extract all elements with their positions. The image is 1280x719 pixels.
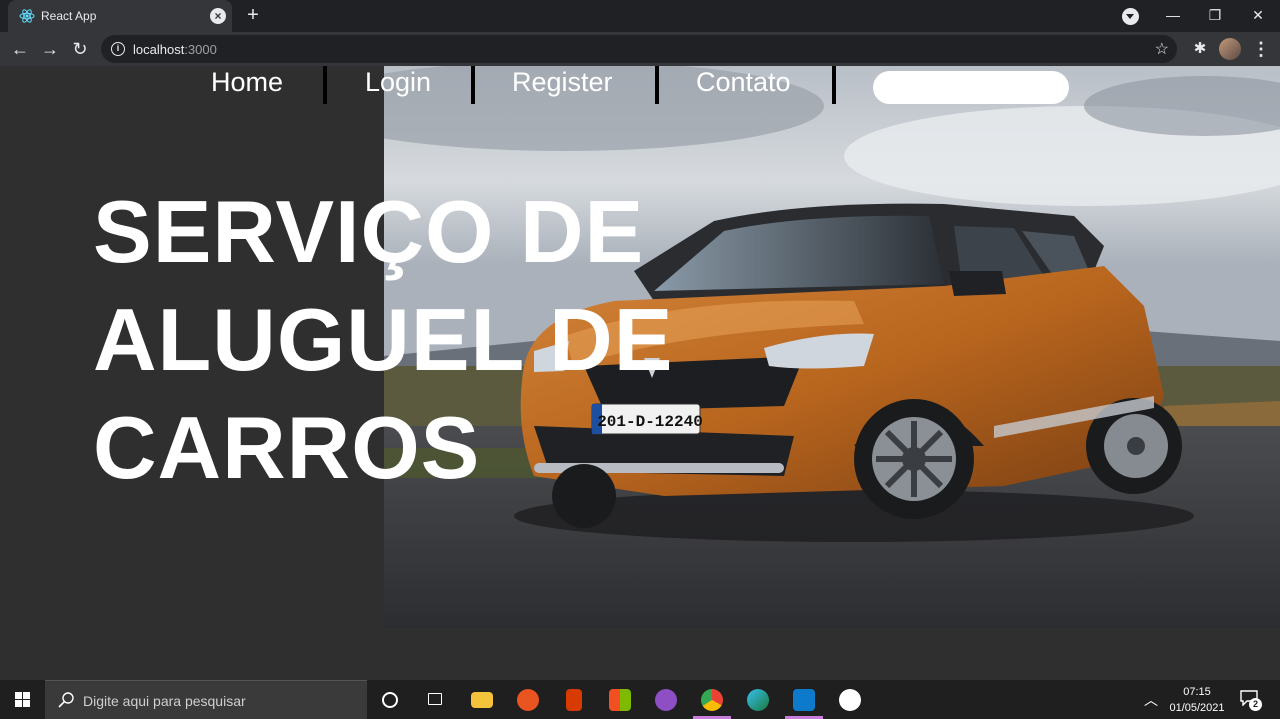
ubuntu-icon[interactable]	[505, 680, 551, 719]
microsoft-store-icon[interactable]	[597, 680, 643, 719]
browser-tab[interactable]: React App ×	[8, 0, 232, 32]
nav-divider	[655, 66, 659, 104]
clock-time: 07:15	[1183, 686, 1211, 698]
nav-divider	[323, 66, 327, 104]
browser-toolbar: ← → ↻ i localhost:3000 ☆ ✱ ⋮	[0, 32, 1280, 66]
profile-avatar[interactable]	[1219, 38, 1241, 60]
nav-divider	[832, 66, 836, 104]
back-arrow-icon[interactable]: ←	[9, 38, 31, 60]
close-window-icon[interactable]: ✕	[1237, 0, 1279, 32]
file-explorer-icon[interactable]	[459, 680, 505, 719]
bookmark-star-icon[interactable]: ☆	[1155, 39, 1169, 59]
edge-icon[interactable]	[735, 680, 781, 719]
hero-title-line: CARROS	[93, 398, 481, 497]
windows-taskbar: Digite aqui para pesquisar ︿ 07:15 01/05…	[0, 680, 1280, 719]
taskbar-search-box[interactable]: Digite aqui para pesquisar	[45, 680, 367, 719]
new-tab-icon[interactable]: +	[243, 5, 263, 25]
github-desktop-icon[interactable]	[643, 680, 689, 719]
nav-search-input[interactable]	[873, 71, 1069, 104]
tab-title: React App	[41, 9, 97, 23]
nav-divider	[471, 66, 475, 104]
kebab-menu-icon[interactable]: ⋮	[1252, 38, 1270, 60]
hero-title-line: ALUGUEL DE	[93, 290, 674, 389]
site-navbar: Home Login Register Contato	[0, 66, 1280, 106]
vscode-icon[interactable]	[781, 680, 827, 719]
react-logo-icon	[19, 9, 35, 23]
cortana-circle-icon[interactable]	[367, 680, 413, 719]
browser-tab-strip: React App × + — ❐ ✕	[0, 0, 1280, 32]
site-info-icon[interactable]: i	[111, 42, 125, 56]
minimize-icon[interactable]: —	[1152, 0, 1194, 32]
show-hidden-icons-chevron-icon[interactable]: ︿	[1144, 690, 1158, 710]
windows-logo-icon	[15, 692, 31, 708]
hero-title-line: SERVIÇO DE	[93, 182, 645, 281]
extensions-puzzle-icon[interactable]: ✱	[1190, 39, 1210, 59]
tab-search-icon[interactable]	[1122, 8, 1139, 25]
chrome-icon[interactable]	[689, 680, 735, 719]
task-view-icon[interactable]	[413, 680, 459, 719]
nav-link-register[interactable]: Register	[512, 67, 613, 98]
restore-icon[interactable]: ❐	[1194, 0, 1236, 32]
forward-arrow-icon[interactable]: →	[39, 38, 61, 60]
nav-link-contato[interactable]: Contato	[696, 67, 791, 98]
web-page: 201-D-12240 Home Login Register Contato …	[0, 66, 1280, 680]
notification-count-badge: 2	[1249, 698, 1262, 711]
hero-title: SERVIÇO DE ALUGUEL DE CARROS	[93, 178, 733, 502]
office-icon[interactable]	[551, 680, 597, 719]
nav-link-home[interactable]: Home	[211, 67, 283, 98]
clock-date: 01/05/2021	[1169, 702, 1225, 714]
address-bar[interactable]: i localhost:3000 ☆	[101, 35, 1177, 63]
reload-icon[interactable]: ↻	[69, 38, 91, 60]
nav-link-login[interactable]: Login	[365, 67, 431, 98]
taskbar-clock[interactable]: 07:15 01/05/2021	[1165, 684, 1229, 716]
url-text[interactable]: localhost:3000	[133, 42, 217, 57]
search-icon	[58, 692, 74, 708]
action-center-icon[interactable]: 2	[1240, 690, 1262, 711]
close-tab-icon[interactable]: ×	[210, 8, 226, 24]
whatsapp-style-icon[interactable]	[827, 680, 873, 719]
taskbar-search-placeholder: Digite aqui para pesquisar	[83, 693, 246, 709]
start-button[interactable]	[0, 680, 45, 719]
